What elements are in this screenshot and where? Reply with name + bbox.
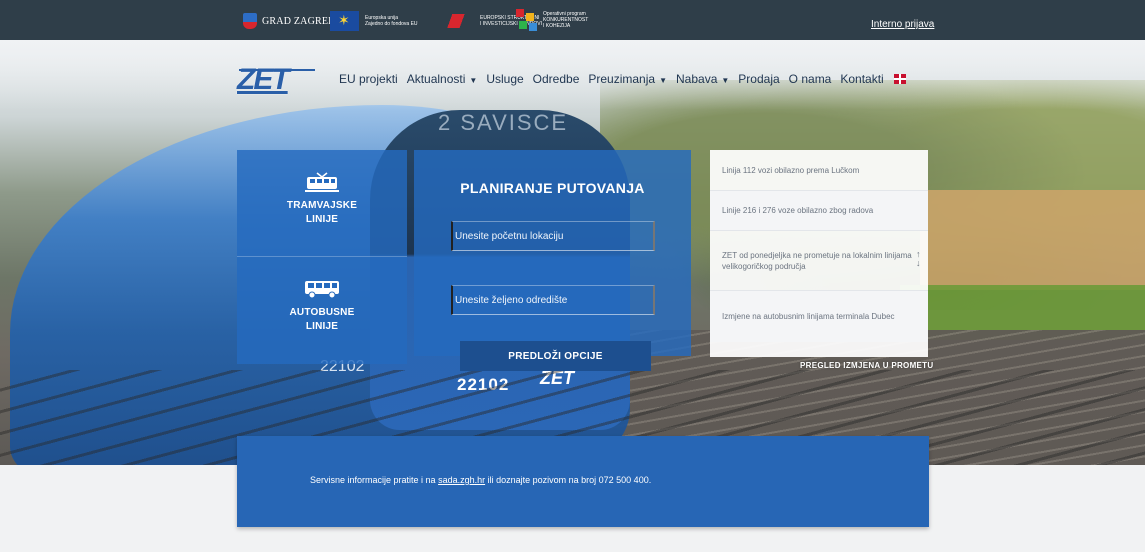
suggest-options-button[interactable]: PREDLOŽI OPCIJE: [460, 341, 651, 371]
op-line3: I KOHEZIJA: [543, 23, 571, 29]
caret-down-icon: ▼: [659, 76, 667, 85]
notice-item[interactable]: Linije 216 i 276 voze obilazno zbog rado…: [710, 190, 928, 230]
bus-lines-button[interactable]: AUTOBUSNE LINIJE: [237, 257, 407, 364]
main-nav: EU projekti Aktualnosti ▼ Usluge Odredbe …: [339, 72, 906, 86]
bus-lines-label-1: AUTOBUSNE: [289, 307, 355, 318]
planner-title: PLANIRANJE PUTOVANJA: [460, 180, 645, 196]
notice-item[interactable]: ZET od ponedjeljka ne prometuje na lokal…: [710, 230, 928, 290]
zet-logo[interactable]: ZET: [237, 64, 315, 96]
internal-login-link[interactable]: Interno prijava: [871, 19, 934, 30]
line-types-panel: TRAMVAJSKE LINIJE AUTOBUSNE LINIJE: [237, 150, 407, 364]
scroll-arrows-icon[interactable]: ↑ ↓: [916, 250, 921, 268]
nav-o-nama[interactable]: O nama: [789, 72, 832, 86]
service-info-text: Servisne informacije pratite i na sada.z…: [310, 475, 652, 485]
tram-destination: 2 SAVISCE: [438, 110, 569, 135]
nav-kontakti[interactable]: Kontakti: [840, 72, 883, 86]
zagreb-crest-icon: [243, 13, 257, 29]
sada-zgh-link[interactable]: sada.zgh.hr: [438, 475, 485, 485]
grad-zagreb-logo[interactable]: GRAD ZAGREB: [243, 11, 335, 31]
op-kohezija-logo[interactable]: Operativni program KONKURENTNOST I KOHEZ…: [516, 9, 588, 31]
trip-planner: PLANIRANJE PUTOVANJA: [414, 150, 691, 356]
nav-prodaja[interactable]: Prodaja: [738, 72, 779, 86]
english-flag-icon[interactable]: [893, 74, 906, 84]
destination-input[interactable]: [451, 285, 655, 315]
tram-lines-label-1: TRAMVAJSKE: [286, 200, 358, 211]
tram-lines-label-2: LINIJE: [305, 214, 339, 225]
notice-item[interactable]: Linija 112 vozi obilazno prema Lučkom: [710, 150, 928, 190]
grad-zagreb-label: GRAD ZAGREB: [262, 15, 336, 27]
caret-down-icon: ▼: [721, 76, 730, 85]
nav-aktualnosti[interactable]: Aktualnosti ▼: [407, 72, 478, 86]
eu-fund-line2: Zajedno do fondova EU: [365, 21, 418, 27]
nav-odredbe[interactable]: Odredbe: [533, 72, 580, 86]
nav-preuzimanja[interactable]: Preuzimanja ▼: [588, 72, 667, 86]
nav-usluge[interactable]: Usluge: [486, 72, 523, 86]
nav-eu-projekti[interactable]: EU projekti: [339, 72, 398, 86]
tram-icon: [305, 172, 339, 192]
service-info-box: Servisne informacije pratite i na sada.z…: [237, 436, 929, 527]
traffic-changes-link[interactable]: PREGLED IZMJENA U PROMETU: [800, 361, 933, 370]
eu-fund-logo[interactable]: Europska unija Zajedno do fondova EU: [330, 11, 418, 31]
caret-down-icon: ▼: [469, 76, 478, 85]
traffic-notices: Linija 112 vozi obilazno prema Lučkom Li…: [710, 150, 928, 357]
eu-flag-icon: [330, 11, 359, 31]
partner-bar: GRAD ZAGREB Europska unija Zajedno do fo…: [0, 0, 1145, 40]
start-location-input[interactable]: [451, 221, 655, 251]
nav-nabava[interactable]: Nabava ▼: [676, 72, 729, 86]
notice-item[interactable]: Izmjene na autobusnim linijama terminala…: [710, 290, 928, 342]
op-squares-icon: [516, 9, 538, 31]
bus-lines-label-2: LINIJE: [305, 321, 339, 332]
esi-funds-icon: [440, 14, 476, 28]
bus-icon: [305, 281, 339, 299]
tram-lines-button[interactable]: TRAMVAJSKE LINIJE: [237, 150, 407, 257]
